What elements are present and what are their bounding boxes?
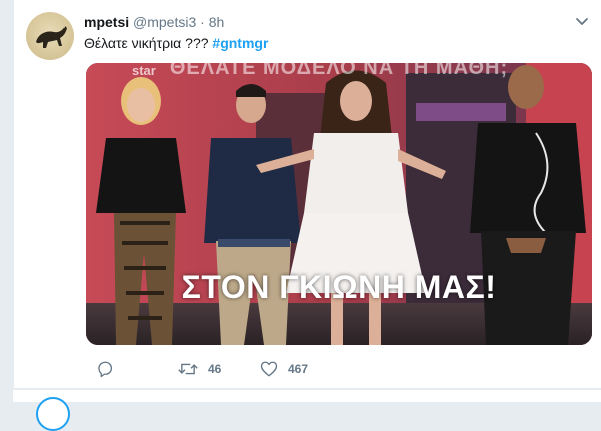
chevron-down-icon[interactable] [574,14,590,30]
tweet-card[interactable]: mpetsi @mpetsi3 · 8h Θέλατε νικήτρια ???… [13,0,601,388]
like-count: 467 [288,362,309,376]
tweet-media[interactable]: star ΘΕΛΑΤΕ ΜΟΔΕΛΟ ΝΑ ΤΗ ΜΑΘΗ; ΣΤΟΝ ΓΚΙΩ… [86,63,592,345]
tweet-text: Θέλατε νικήτρια ??? #gntmgr [84,34,268,52]
tweet-timestamp[interactable]: 8h [209,14,225,30]
reply-button[interactable] [96,360,124,378]
retweet-button[interactable]: 46 [178,360,221,378]
next-avatar[interactable] [36,397,70,431]
separator: · [200,14,205,30]
tweet-header: mpetsi @mpetsi3 · 8h [84,13,224,31]
avatar[interactable] [26,12,74,60]
media-caption: ΣΤΟΝ ΓΚΙΩΝΗ ΜΑΣ! [181,269,497,305]
avatar-image [36,26,67,48]
next-tweet-card [13,389,601,402]
media-top-caption: ΘΕΛΑΤΕ ΜΟΔΕΛΟ ΝΑ ΤΗ ΜΑΘΗ; [169,63,509,79]
retweet-icon [178,363,198,375]
heart-icon [260,361,278,377]
tweet-body: Θέλατε νικήτρια ??? [84,35,209,51]
display-name[interactable]: mpetsi [84,14,129,30]
retweet-count: 46 [208,362,222,376]
hashtag-link[interactable]: #gntmgr [212,35,268,51]
like-button[interactable]: 467 [260,360,308,378]
reply-icon [98,361,113,378]
user-handle[interactable]: @mpetsi3 [133,14,196,30]
